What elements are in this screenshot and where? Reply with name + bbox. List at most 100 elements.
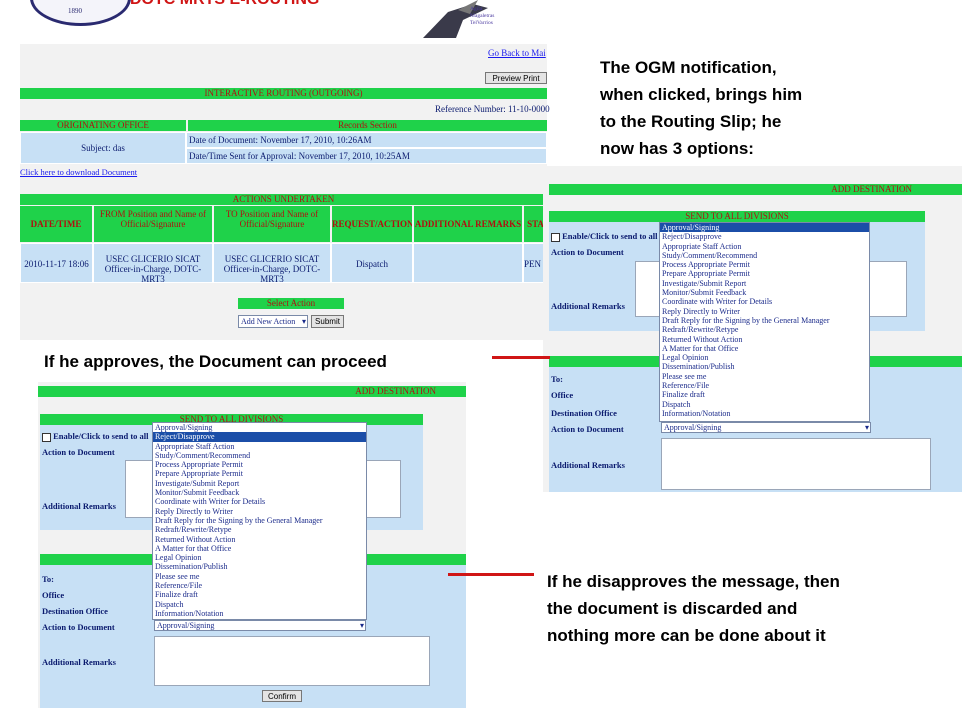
disapprove-form-panel: ADD DESTINATION SEND TO ALL DIVISIONS En… (38, 382, 466, 708)
remarks-label: Additional Remarks (551, 301, 625, 311)
option-item[interactable]: A Matter for that Office (153, 544, 366, 553)
option-item[interactable]: Prepare Appropriate Permit (660, 269, 869, 278)
action-dropdown-list[interactable]: Approval/Signing Reject/Disapprove Appro… (659, 222, 870, 422)
destination-office-label: Destination Office (551, 408, 617, 418)
action-label-4: Action to Document (42, 622, 115, 632)
col-date: DATE/TIME (20, 206, 92, 242)
option-item[interactable]: Legal Opinion (660, 353, 869, 362)
action-dropdown-list-2[interactable]: Approval/Signing Reject/Disapprove Appro… (152, 422, 367, 620)
brand-lines: Agila Magaletras TelVarrios (470, 6, 495, 26)
to-label: To: (551, 374, 563, 384)
chevron-down-icon: ▾ (864, 423, 869, 432)
action-label-2: Action to Document (551, 424, 624, 434)
remarks-textarea-2[interactable] (661, 438, 931, 490)
option-item[interactable]: Please see me (660, 372, 869, 381)
option-item[interactable]: Study/Comment/Recommend (660, 251, 869, 260)
office-label: Office (551, 390, 574, 400)
option-item[interactable]: Investigate/Submit Report (660, 279, 869, 288)
chevron-down-icon: ▾ (301, 317, 306, 326)
option-item[interactable]: Please see me (153, 572, 366, 581)
col-to: TO Position and Name of Official/Signatu… (214, 206, 330, 242)
to-label-2: To: (42, 574, 54, 584)
app-title: DOTC MRTS E-ROUTING (130, 0, 319, 9)
option-item[interactable]: Finalize draft (153, 590, 366, 599)
action-select-closed[interactable]: Approval/Signing ▾ (661, 422, 871, 433)
option-item[interactable]: Dissemination/Publish (153, 562, 366, 571)
routing-slip-panel: Go Back to Mai Preview Print INTERACTIVE… (20, 44, 550, 340)
option-item[interactable]: Reference/File (660, 381, 869, 390)
option-item[interactable]: Redraft/Rewrite/Retype (153, 525, 366, 534)
option-item[interactable]: A Matter for that Office (660, 344, 869, 353)
remarks-label-3: Additional Remarks (42, 501, 116, 511)
destination-office-label-2: Destination Office (42, 606, 108, 616)
note-ogm: The OGM notification, when clicked, bring… (600, 58, 803, 158)
go-back-link[interactable]: Go Back to Mai (488, 48, 546, 58)
option-item[interactable]: Returned Without Action (660, 335, 869, 344)
option-item[interactable]: Redraft/Rewrite/Retype (660, 325, 869, 334)
row-from: USEC GLICERIO SICAT Officer-in-Charge, D… (93, 243, 213, 283)
option-item[interactable]: Investigate/Submit Report (153, 479, 366, 488)
option-item[interactable]: Returned Without Action (153, 535, 366, 544)
routing-banner: INTERACTIVE ROUTING (OUTGOING) (20, 88, 547, 99)
confirm-button[interactable]: Confirm (262, 690, 302, 702)
col-remarks: ADDITIONAL REMARKS (414, 206, 522, 242)
add-destination-banner: ADD DESTINATION (549, 184, 962, 195)
remarks-label-4: Additional Remarks (42, 657, 116, 667)
option-item[interactable]: Approval/Signing (153, 423, 366, 432)
enable-checkbox[interactable]: Enable/Click to send to all (551, 231, 658, 242)
print-button[interactable]: Preview Print (485, 72, 547, 84)
action-select-closed-2[interactable]: Approval/Signing ▾ (154, 620, 366, 631)
approve-arrow (492, 356, 550, 359)
enable-checkbox-2[interactable]: Enable/Click to send to all (42, 431, 149, 442)
records-section-header: Records Section (188, 120, 547, 131)
chevron-down-icon: ▾ (359, 621, 364, 630)
option-item[interactable]: Dispatch (153, 600, 366, 609)
option-item[interactable]: Information/Notation (660, 409, 869, 418)
option-item[interactable]: Draft Reply for the Signing by the Gener… (660, 316, 869, 325)
option-item[interactable]: Approval/Signing (660, 223, 869, 233)
remarks-textarea-4[interactable] (154, 636, 430, 686)
option-item[interactable]: Dissemination/Publish (660, 362, 869, 371)
option-item[interactable]: Process Appropriate Permit (153, 460, 366, 469)
option-item[interactable]: Reject/Disapprove (660, 232, 869, 241)
row-date: 2010-11-17 18:06 (20, 243, 93, 283)
row-to: USEC GLICERIO SICAT Officer-in-Charge, D… (213, 243, 331, 283)
option-item[interactable]: Finalize draft (660, 390, 869, 399)
remarks-label-2: Additional Remarks (551, 460, 625, 470)
row-action: Dispatch (331, 243, 413, 283)
office-label-2: Office (42, 590, 65, 600)
option-item[interactable]: Prepare Appropriate Permit (153, 469, 366, 478)
option-item[interactable]: Reply Directly to Writer (660, 307, 869, 316)
option-item[interactable]: Reference/File (153, 581, 366, 590)
option-item[interactable]: Appropriate Staff Action (660, 242, 869, 251)
note-disapprove: If he disapproves the message, then the d… (547, 572, 840, 645)
action-select[interactable]: Add New Action ▾ (238, 315, 308, 328)
action-label-3: Action to Document (42, 447, 115, 457)
submit-button[interactable]: Submit (311, 315, 344, 328)
option-item[interactable]: Appropriate Staff Action (153, 442, 366, 451)
option-item[interactable]: Draft Reply for the Signing by the Gener… (153, 516, 366, 525)
col-request: REQUEST/ACTION (332, 206, 412, 242)
originating-office-header: ORIGINATING OFFICE (20, 120, 186, 131)
download-document-link[interactable]: Click here to download Document (20, 167, 137, 177)
actions-undertaken-banner: ACTIONS UNDERTAKEN (20, 194, 547, 205)
option-item[interactable]: Monitor/Submit Feedback (660, 288, 869, 297)
option-item[interactable]: Legal Opinion (153, 553, 366, 562)
option-item[interactable]: Information/Notation (153, 609, 366, 618)
option-item[interactable]: Study/Comment/Recommend (153, 451, 366, 460)
approve-form-panel: ADD DESTINATION SEND TO ALL DIVISIONS En… (543, 166, 962, 492)
col-from: FROM Position and Name of Official/Signa… (94, 206, 212, 242)
select-action-label: Select Action (238, 298, 344, 309)
option-item[interactable]: Reject/Disapprove (153, 432, 366, 442)
note-approve: If he approves, the Document can proceed (44, 352, 387, 371)
date-of-document: Date of Document: November 17, 2010, 10:… (186, 132, 547, 148)
option-item[interactable]: Dispatch (660, 400, 869, 409)
option-item[interactable]: Reply Directly to Writer (153, 507, 366, 516)
seal-logo: 1890 (30, 0, 131, 26)
option-item[interactable]: Process Appropriate Permit (660, 260, 869, 269)
reference-number: Reference Number: 11-10-0000 (435, 104, 550, 114)
option-item[interactable]: Coordinate with Writer for Details (660, 297, 869, 306)
option-item[interactable]: Monitor/Submit Feedback (153, 488, 366, 497)
send-all-header: SEND TO ALL DIVISIONS (549, 211, 925, 222)
option-item[interactable]: Coordinate with Writer for Details (153, 497, 366, 506)
